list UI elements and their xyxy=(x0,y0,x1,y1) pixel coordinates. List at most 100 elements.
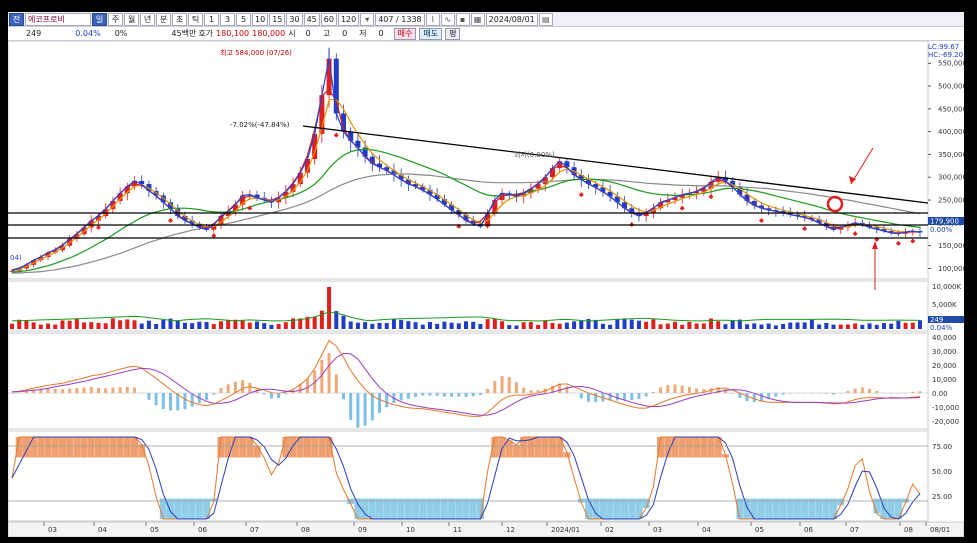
volume-bar xyxy=(204,321,209,329)
sell-button[interactable]: 매도 xyxy=(419,27,443,40)
macd-tick-40000: 40,000 xyxy=(932,334,957,342)
interval-60[interactable]: 60 xyxy=(320,12,337,26)
volume-bar xyxy=(269,324,274,329)
stoch-oversold-fill xyxy=(606,498,614,519)
stoch-overbought-fill xyxy=(15,437,23,458)
volume-bar xyxy=(543,320,548,329)
buy-button[interactable]: 매수 xyxy=(393,27,417,40)
interval-10[interactable]: 10 xyxy=(252,12,269,26)
macd-histogram-bar xyxy=(305,378,309,393)
volume-bar xyxy=(564,322,569,329)
volume-bar xyxy=(644,321,649,329)
volume-bar xyxy=(449,322,454,329)
macd-histogram-bar xyxy=(96,387,100,393)
macd-histogram-bar xyxy=(269,393,273,399)
stoch-oversold-fill xyxy=(412,498,420,519)
interval-120[interactable]: 120 xyxy=(337,12,360,26)
date-tick-label: 05 xyxy=(150,526,159,534)
macd-histogram-bar xyxy=(414,393,418,398)
bar-count-field[interactable]: 407 / 1338 xyxy=(375,12,425,26)
price-tick-label: 550,000 xyxy=(938,60,964,68)
volume-bar xyxy=(118,320,123,329)
volume-bar xyxy=(435,323,440,329)
stock-chart[interactable]: 최고 584,000 (07/26) -7.02%(-47.84%) 최저(0.… xyxy=(8,41,964,537)
macd-tick-neg10000: -10,000 xyxy=(932,404,959,412)
tab-month[interactable]: 월 xyxy=(124,12,139,26)
volume-bar xyxy=(348,321,353,329)
price-tick-label: 250,000 xyxy=(938,197,964,205)
stoch-tick-50: 50.00 xyxy=(932,468,952,476)
min-annotation: 최저(0.00%) xyxy=(514,150,555,159)
volume-bar xyxy=(96,322,101,329)
menu-icon[interactable]: 전 xyxy=(9,12,24,26)
volume-bar xyxy=(211,324,216,329)
interval-1[interactable]: 1 xyxy=(204,12,219,26)
volume-bar xyxy=(910,322,915,329)
date-tick-label: 07 xyxy=(850,526,859,534)
chart-type-icon[interactable]: ⌇ xyxy=(425,12,440,26)
candle-body xyxy=(333,58,339,114)
interval-3[interactable]: 3 xyxy=(220,12,235,26)
date-picker-icon[interactable]: ▤ xyxy=(538,12,553,26)
stoch-oversold-fill xyxy=(455,498,463,519)
stoch-overbought-fill xyxy=(685,437,693,458)
stoch-overbought-fill xyxy=(303,437,311,458)
save-icon[interactable]: ▪ xyxy=(455,12,470,26)
macd-tick-0: 0.00 xyxy=(932,390,948,398)
hc-label: HC:-69.20 xyxy=(928,51,963,59)
average-button[interactable]: 평 xyxy=(445,27,461,40)
volume-bar xyxy=(262,323,267,329)
tab-minute[interactable]: 분 xyxy=(156,12,171,26)
stoch-overbought-fill xyxy=(51,437,59,458)
tab-tick[interactable]: 틱 xyxy=(188,12,203,26)
stoch-oversold-fill xyxy=(397,498,405,519)
stoch-oversold-fill xyxy=(462,498,470,519)
stock-name-field[interactable]: 에코프로비 xyxy=(25,12,91,26)
macd-signal-line xyxy=(11,352,921,416)
volume-bar xyxy=(745,324,750,329)
stoch-overbought-fill xyxy=(671,437,679,458)
stoch-overbought-fill xyxy=(548,437,556,458)
volume-series xyxy=(10,287,922,329)
tab-second[interactable]: 초 xyxy=(172,12,187,26)
tab-week[interactable]: 주 xyxy=(108,12,123,26)
volume-value-label: 249 xyxy=(930,316,943,324)
tab-year[interactable]: 년 xyxy=(140,12,155,26)
macd-histogram-bar xyxy=(46,388,50,393)
macd-histogram-bar xyxy=(464,393,468,397)
volume-bar xyxy=(860,324,865,329)
macd-histogram-bar xyxy=(147,393,151,400)
date-tick-label: 11 xyxy=(453,526,462,534)
date-field[interactable]: 2024/08/01 xyxy=(485,12,538,26)
interval-5[interactable]: 5 xyxy=(236,12,251,26)
low-label: 저 xyxy=(359,29,367,38)
open-label: 시 xyxy=(288,29,296,38)
dropdown-icon[interactable]: ▾ xyxy=(360,12,375,26)
calendar-icon[interactable]: ▦ xyxy=(470,12,485,26)
interval-15[interactable]: 15 xyxy=(269,12,286,26)
date-tick-label: 07 xyxy=(250,526,259,534)
volume-bar xyxy=(809,319,814,329)
line-icon[interactable]: ∿ xyxy=(440,12,455,26)
stochastic-series xyxy=(11,436,921,520)
volume-bar xyxy=(46,323,51,329)
macd-histogram-bar xyxy=(514,382,518,393)
trend-line[interactable] xyxy=(302,125,929,204)
stoch-oversold-fill xyxy=(621,498,629,519)
volume-bar xyxy=(752,323,757,329)
stoch-overbought-fill xyxy=(37,437,45,458)
volume-bar xyxy=(838,324,843,329)
volume-bar xyxy=(240,320,245,329)
stoch-oversold-fill xyxy=(195,498,203,519)
stoch-oversold-fill xyxy=(469,498,477,519)
interval-30[interactable]: 30 xyxy=(286,12,303,26)
volume-pct-label: 0.04% xyxy=(930,324,953,332)
stoch-overbought-fill xyxy=(505,440,513,458)
volume-bar xyxy=(38,324,43,329)
tab-day[interactable]: 일 xyxy=(92,12,107,26)
macd-histogram-bar xyxy=(435,393,439,396)
volume-bar xyxy=(615,319,620,329)
interval-45[interactable]: 45 xyxy=(303,12,320,26)
volume-bar xyxy=(759,324,764,329)
signal-marker xyxy=(211,233,217,239)
